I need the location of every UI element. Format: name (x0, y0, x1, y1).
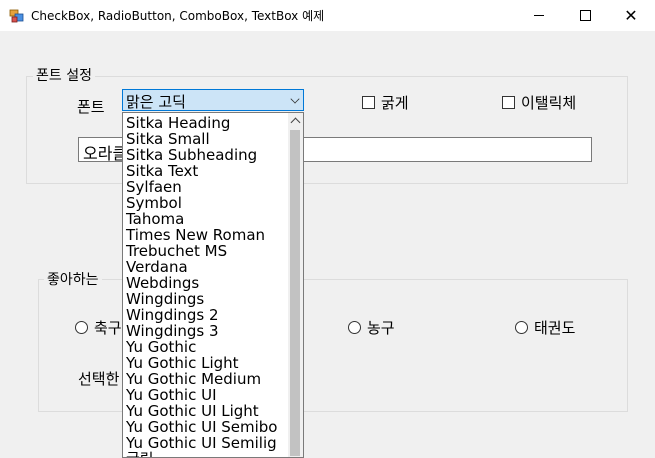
radio-taekwondo-label: 태권도 (534, 319, 576, 337)
dropdown-item[interactable]: Times New Roman (125, 227, 288, 243)
dropdown-item[interactable]: Wingdings (125, 291, 288, 307)
minimize-icon (534, 15, 544, 16)
dropdown-item[interactable]: Yu Gothic Medium (125, 371, 288, 387)
dropdown-item[interactable]: Sitka Small (125, 131, 288, 147)
radio-circle (348, 321, 361, 334)
preview-textbox-value: 오라클 (83, 144, 128, 163)
radio-basketball-label: 농구 (367, 319, 395, 337)
italic-checkbox-label: 이탤릭체 (521, 94, 577, 112)
dropdown-item[interactable]: Trebuchet MS (125, 243, 288, 259)
app-icon (9, 8, 25, 24)
dropdown-item[interactable]: Wingdings 2 (125, 307, 288, 323)
checkbox-box (362, 96, 375, 109)
scroll-thumb[interactable] (290, 130, 300, 456)
dropdown-item[interactable]: Wingdings 3 (125, 323, 288, 339)
dropdown-item[interactable]: Sitka Subheading (125, 147, 288, 163)
dropdown-item[interactable]: Yu Gothic UI Semilig (125, 435, 288, 451)
radio-taekwondo[interactable]: 태권도 (515, 317, 575, 338)
scroll-up-icon[interactable] (290, 117, 301, 128)
close-button[interactable]: ✕ (608, 0, 654, 31)
dropdown-item[interactable]: Yu Gothic UI (125, 387, 288, 403)
selected-label: 선택한 (78, 370, 120, 388)
dropdown-scrollbar[interactable] (288, 113, 303, 457)
close-icon: ✕ (624, 5, 638, 25)
dropdown-item[interactable]: Yu Gothic UI Semibo (125, 419, 288, 435)
sport-group-legend: 좋아하는 (44, 269, 102, 289)
dropdown-item[interactable]: Yu Gothic Light (125, 355, 288, 371)
dropdown-item[interactable]: Sylfaen (125, 179, 288, 195)
title-bar: CheckBox, RadioButton, ComboBox, TextBox… (0, 0, 655, 31)
dropdown-item[interactable]: 굴림 (125, 451, 288, 457)
bold-checkbox[interactable]: 굵게 (362, 92, 409, 113)
dropdown-item[interactable]: Sitka Heading (125, 115, 288, 131)
dropdown-item[interactable]: Sitka Text (125, 163, 288, 179)
window-title: CheckBox, RadioButton, ComboBox, TextBox… (31, 9, 325, 23)
bold-checkbox-label: 굵게 (381, 94, 409, 112)
maximize-icon (579, 10, 591, 21)
maximize-button[interactable] (562, 0, 608, 31)
font-combobox-value: 맑은 고딕 (126, 93, 186, 111)
dropdown-item[interactable]: Webdings (125, 275, 288, 291)
checkbox-box (502, 96, 515, 109)
font-settings-legend: 폰트 설정 (33, 65, 95, 85)
radio-soccer[interactable]: 축구 (75, 317, 122, 338)
font-dropdown-list[interactable]: Sitka Heading Sitka Small Sitka Subheadi… (122, 112, 304, 458)
italic-checkbox[interactable]: 이탤릭체 (502, 92, 576, 113)
radio-soccer-label: 축구 (94, 319, 122, 337)
dropdown-items: Sitka Heading Sitka Small Sitka Subheadi… (125, 115, 288, 457)
dropdown-item[interactable]: Yu Gothic UI Light (125, 403, 288, 419)
font-label: 폰트 (77, 98, 105, 116)
radio-circle (515, 321, 528, 334)
minimize-button[interactable] (516, 0, 562, 31)
font-combobox[interactable]: 맑은 고딕 (122, 89, 304, 111)
dropdown-item[interactable]: Verdana (125, 259, 288, 275)
chevron-down-icon (290, 94, 300, 104)
radio-circle (75, 321, 88, 334)
dropdown-item[interactable]: Tahoma (125, 211, 288, 227)
dropdown-item[interactable]: Yu Gothic (125, 339, 288, 355)
dropdown-item[interactable]: Symbol (125, 195, 288, 211)
radio-basketball[interactable]: 농구 (348, 317, 395, 338)
